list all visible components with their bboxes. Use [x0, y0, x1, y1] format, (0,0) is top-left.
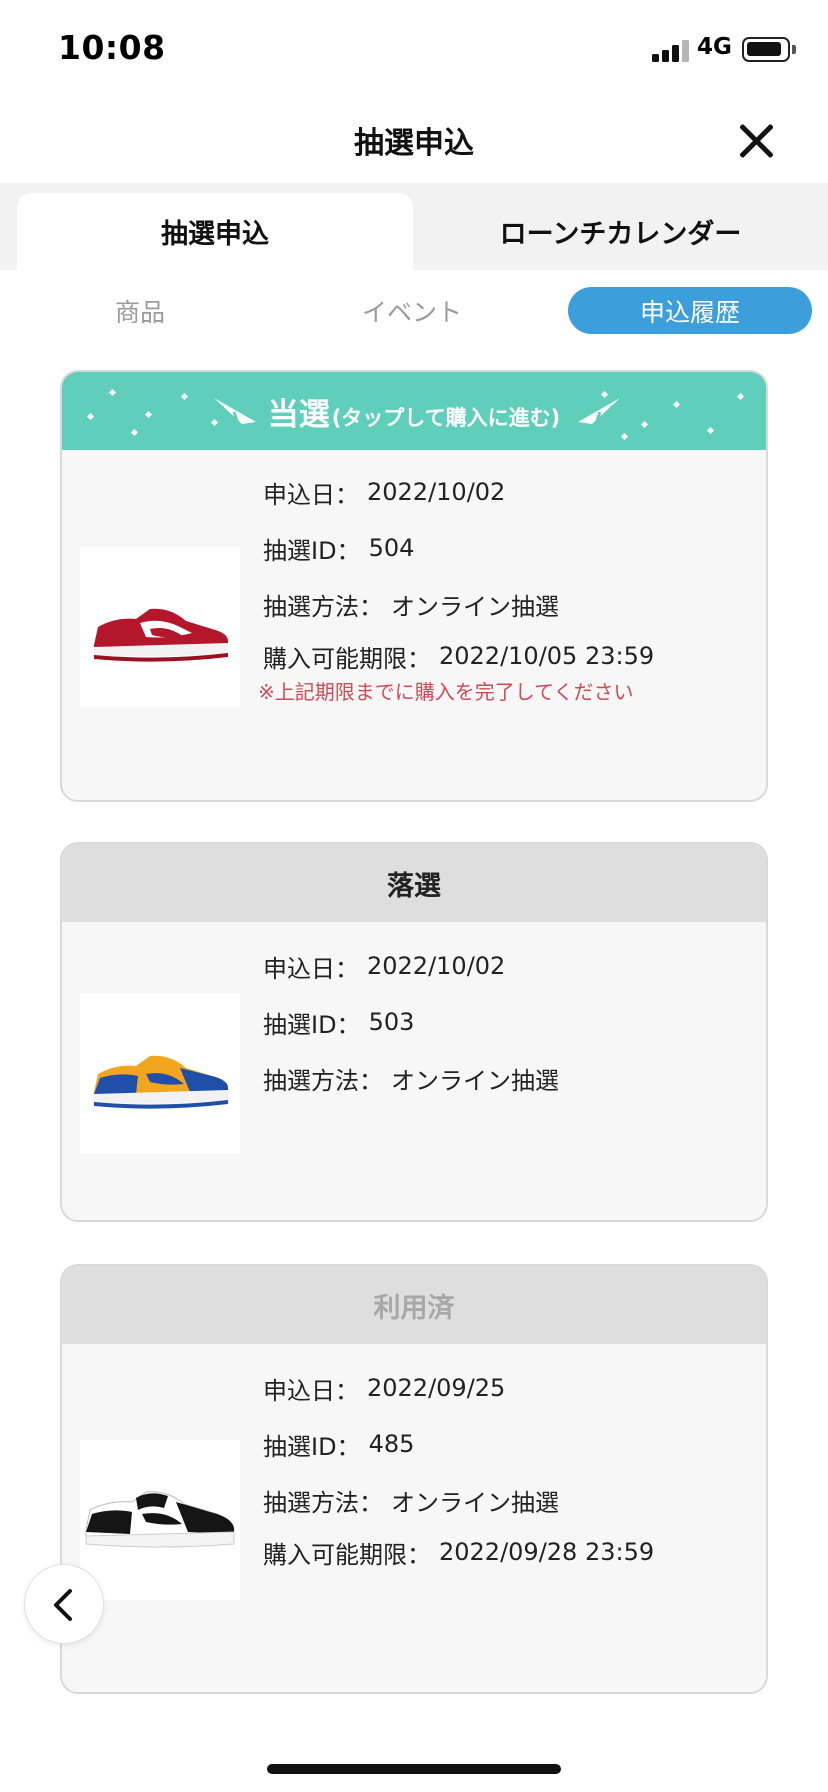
apply-date-row: 申込日： 2022/10/02	[263, 952, 506, 983]
entry-card-used[interactable]: 利用済 申込日： 2022/09/25 抽選ID： 485 抽選方法： オンライン抽選…	[60, 1264, 768, 1694]
apply-date-row: 申込日： 2022/09/25	[263, 1374, 506, 1405]
party-popper-icon	[578, 398, 620, 424]
lottery-id-value: 504	[368, 534, 415, 562]
lottery-id-row: 抽選ID： 504	[263, 534, 415, 565]
status-bar: 10:08 4G	[0, 0, 828, 100]
lottery-id-row: 抽選ID： 485	[263, 1430, 415, 1461]
win-status-label: 当選(タップして購入に進む)	[267, 396, 561, 433]
lottery-method-value: オンライン抽選	[391, 1488, 559, 1517]
chevron-left-icon	[54, 1589, 72, 1621]
lottery-id-row: 抽選ID： 503	[263, 1008, 415, 1039]
battery-icon	[742, 37, 790, 62]
party-popper-icon	[214, 398, 256, 424]
lottery-method-value: オンライン抽選	[391, 1066, 559, 1095]
purchase-deadline-row: 購入可能期限： 2022/10/05 23:59	[263, 642, 655, 673]
entry-card-lost[interactable]: 落選 申込日： 2022/10/02 抽選ID： 503 抽選方法： オンライン抽選	[60, 842, 768, 1222]
main-tabs: 抽選申込 ローンチカレンダー	[0, 183, 828, 270]
back-button[interactable]	[24, 1564, 104, 1644]
deadline-notice: ※上記期限までに購入を完了してください	[258, 680, 634, 704]
network-type-label: 4G	[697, 34, 732, 60]
apply-date-value: 2022/09/25	[367, 1374, 506, 1402]
signal-strength-icon	[652, 38, 690, 62]
apply-date-row: 申込日： 2022/10/02	[263, 478, 506, 509]
used-status-label: 利用済	[62, 1266, 766, 1344]
product-image[interactable]	[80, 994, 240, 1154]
entry-details: 申込日： 2022/09/25 抽選ID： 485 抽選方法： オンライン抽選 購入可…	[263, 1360, 654, 1576]
lottery-method-row: 抽選方法： オンライン抽選	[263, 1472, 654, 1528]
home-indicator[interactable]	[267, 1764, 561, 1774]
win-banner[interactable]: 当選(タップして購入に進む)	[62, 372, 766, 450]
status-time: 10:08	[58, 28, 166, 67]
blue-yellow-sneaker-icon	[94, 1055, 228, 1109]
purchase-deadline-value: 2022/10/05 23:59	[439, 642, 655, 670]
purchase-deadline-value: 2022/09/28 23:59	[439, 1538, 655, 1566]
entry-details: 申込日： 2022/10/02 抽選ID： 503 抽選方法： オンライン抽選	[263, 938, 559, 1106]
subtab-products[interactable]: 商品	[60, 287, 220, 334]
lost-status-label: 落選	[62, 844, 766, 922]
lottery-method-row: 抽選方法： オンライン抽選	[263, 576, 654, 632]
lottery-id-value: 503	[368, 1008, 415, 1036]
battery-cap	[792, 45, 796, 54]
tab-lottery-application[interactable]: 抽選申込	[17, 193, 413, 270]
close-icon[interactable]	[733, 117, 781, 165]
subtab-events[interactable]: イベント	[332, 287, 492, 334]
lottery-method-row: 抽選方法： オンライン抽選	[263, 1050, 559, 1106]
apply-date-value: 2022/10/02	[367, 952, 506, 980]
product-image[interactable]	[80, 547, 240, 707]
entry-details: 申込日： 2022/10/02 抽選ID： 504 抽選方法： オンライン抽選 購入可…	[258, 464, 655, 705]
purchase-deadline-row: 購入可能期限： 2022/09/28 23:59	[263, 1538, 655, 1569]
subtab-application-history[interactable]: 申込履歴	[568, 287, 812, 334]
apply-date-value: 2022/10/02	[367, 478, 506, 506]
lottery-method-value: オンライン抽選	[391, 592, 559, 621]
red-white-sneaker-icon	[94, 608, 228, 662]
tab-launch-calendar[interactable]: ローンチカレンダー	[413, 193, 828, 270]
page-title: 抽選申込	[354, 126, 474, 161]
lottery-id-value: 485	[368, 1430, 415, 1458]
entry-card-won[interactable]: 当選(タップして購入に進む) 申込日： 2022/10/02 抽選ID： 504 抽…	[60, 370, 768, 802]
